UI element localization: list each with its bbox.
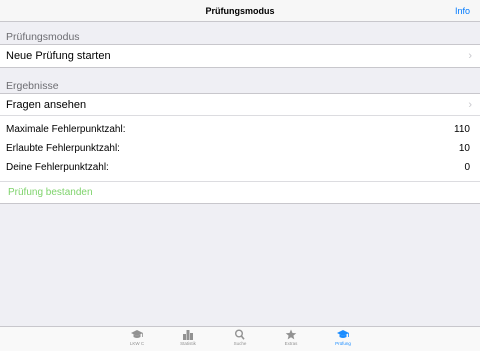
stat-label: Erlaubte Fehlerpunktzahl: xyxy=(6,143,120,154)
chevron-right-icon: › xyxy=(468,99,472,111)
your-error-points-row: Deine Fehlerpunktzahl: 0 xyxy=(0,158,480,177)
stat-value: 0 xyxy=(464,162,470,173)
tab-suche[interactable]: Suche xyxy=(220,329,260,346)
tab-label: Prüfung xyxy=(335,341,351,346)
results-group: Fragen ansehen › Maximale Fehlerpunktzah… xyxy=(0,93,480,204)
tab-label: Extras xyxy=(284,341,298,346)
stat-value: 110 xyxy=(454,124,470,135)
info-button[interactable]: Info xyxy=(455,6,470,16)
section-header-results: Ergebnisse xyxy=(6,80,59,92)
page-title: Prüfungsmodus xyxy=(205,6,275,16)
graduation-cap-icon xyxy=(337,330,349,338)
exam-mode-group: Neue Prüfung starten › xyxy=(0,44,480,68)
max-error-points-row: Maximale Fehlerpunktzahl: 110 xyxy=(0,120,480,139)
start-exam-label: Neue Prüfung starten xyxy=(6,50,111,62)
chevron-right-icon: › xyxy=(468,50,472,62)
stat-label: Deine Fehlerpunktzahl: xyxy=(6,162,109,173)
exam-result-status: Prüfung bestanden xyxy=(0,181,480,203)
tab-lkw-c[interactable]: LKW C xyxy=(117,329,157,346)
tab-label: Statistik xyxy=(180,341,196,346)
navigation-bar: Prüfungsmodus Info xyxy=(0,0,480,22)
bar-chart-icon xyxy=(183,330,193,340)
graduation-cap-icon xyxy=(131,330,143,338)
view-questions-row[interactable]: Fragen ansehen › xyxy=(0,94,480,116)
star-icon xyxy=(285,329,297,340)
search-icon xyxy=(235,329,245,340)
view-questions-label: Fragen ansehen xyxy=(6,99,87,111)
tab-label: LKW C xyxy=(129,341,145,346)
start-exam-row[interactable]: Neue Prüfung starten › xyxy=(0,45,480,67)
tab-extras[interactable]: Extras xyxy=(271,329,311,346)
section-header-exam-mode: Prüfungsmodus xyxy=(6,31,80,43)
tab-label: Suche xyxy=(233,341,247,346)
tab-bar: LKW C Statistik Suche Extras Prüfung xyxy=(0,326,480,351)
stat-label: Maximale Fehlerpunktzahl: xyxy=(6,124,126,135)
tab-statistik[interactable]: Statistik xyxy=(168,329,208,346)
stat-value: 10 xyxy=(458,143,470,154)
allowed-error-points-row: Erlaubte Fehlerpunktzahl: 10 xyxy=(0,139,480,158)
tab-pruefung[interactable]: Prüfung xyxy=(323,329,363,346)
